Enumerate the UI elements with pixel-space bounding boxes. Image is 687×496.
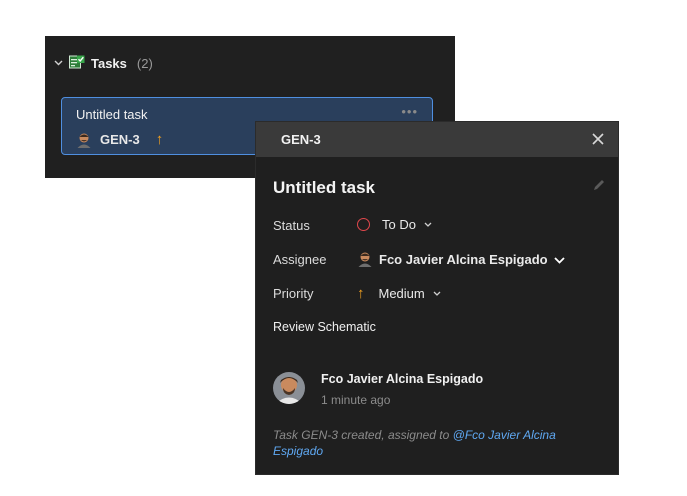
- task-title[interactable]: Untitled task: [273, 178, 375, 198]
- priority-dropdown[interactable]: ↑ Medium: [357, 285, 441, 302]
- arrow-up-icon: ↑: [155, 131, 164, 148]
- more-options-icon[interactable]: •••: [401, 104, 418, 119]
- activity-message: Task GEN-3 created, assigned to: [273, 428, 453, 442]
- assignee-label: Assignee: [273, 252, 327, 267]
- status-label: Status: [273, 218, 310, 233]
- avatar: [76, 132, 92, 148]
- status-circle-icon: [357, 218, 370, 231]
- tasks-header[interactable]: Tasks (2): [53, 54, 153, 72]
- avatar: [357, 251, 373, 267]
- chevron-down-icon: [424, 219, 432, 230]
- tasks-count: (2): [136, 55, 153, 71]
- chevron-down-icon: [433, 288, 441, 299]
- review-schematic-link[interactable]: Review Schematic: [273, 320, 376, 334]
- chevron-down-icon[interactable]: [53, 58, 63, 68]
- status-value: To Do: [382, 217, 416, 232]
- task-card-meta: GEN-3 ↑: [76, 131, 163, 148]
- assignee-dropdown[interactable]: Fco Javier Alcina Espigado: [357, 251, 565, 267]
- tasks-icon: [69, 55, 85, 72]
- detail-header: GEN-3: [256, 122, 618, 157]
- activity-text: Task GEN-3 created, assigned to @Fco Jav…: [273, 427, 603, 459]
- task-detail-popup: GEN-3 Untitled task Status To Do Assigne…: [256, 122, 618, 474]
- tasks-title: Tasks: [91, 55, 127, 71]
- task-card-id: GEN-3: [100, 132, 140, 147]
- detail-task-id: GEN-3: [281, 132, 321, 147]
- task-card-title: Untitled task: [76, 107, 148, 122]
- avatar: [273, 372, 305, 404]
- comment-timestamp: 1 minute ago: [321, 393, 391, 407]
- comment-author: Fco Javier Alcina Espigado: [321, 372, 484, 386]
- close-icon[interactable]: [590, 131, 606, 147]
- chevron-down-icon: [553, 252, 565, 267]
- arrow-up-icon: ↑: [357, 285, 365, 302]
- priority-label: Priority: [273, 286, 314, 301]
- priority-value: Medium: [378, 286, 425, 301]
- status-dropdown[interactable]: To Do: [357, 217, 432, 232]
- edit-icon[interactable]: [592, 178, 606, 192]
- assignee-value: Fco Javier Alcina Espigado: [379, 251, 548, 267]
